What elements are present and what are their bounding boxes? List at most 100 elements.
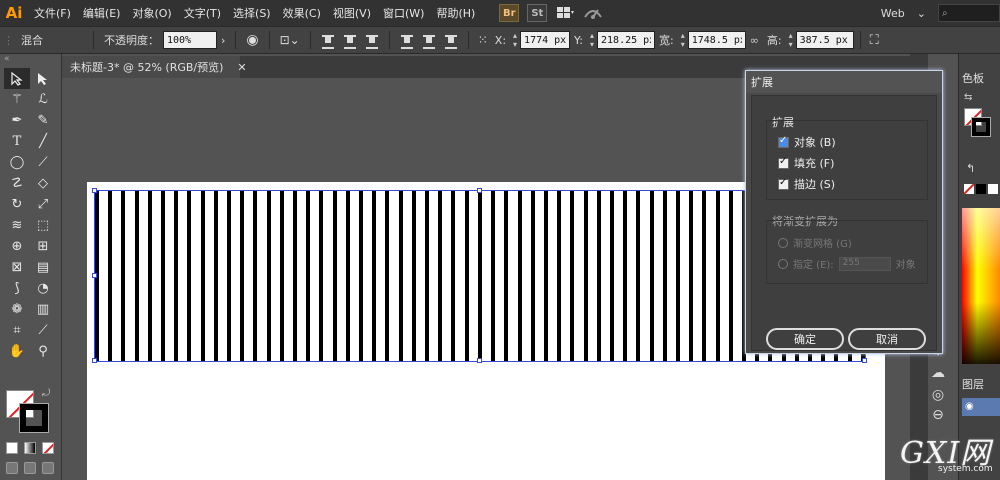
menu-help[interactable]: 帮助(H) [430,0,481,26]
eraser-tool-icon[interactable]: ◇ [30,173,56,194]
specify-input[interactable]: 255 [838,256,891,271]
stroke-option[interactable]: 描边 (S) [778,176,835,192]
menu-type[interactable]: 文字(T) [178,0,227,26]
panel-stroke-swatch[interactable] [971,117,991,137]
free-transform-tool-icon[interactable]: ⬚ [30,215,56,236]
workspace-switcher[interactable]: Web ⌄ [873,7,934,20]
close-icon[interactable]: ✕ [237,61,246,74]
collapse-icon[interactable]: « [0,54,61,68]
arrange-documents-icon[interactable] [555,4,575,22]
handle-top-center[interactable] [477,188,482,193]
none-swatch[interactable] [964,184,974,194]
x-input[interactable] [524,34,567,46]
black-swatch[interactable] [976,184,986,194]
magic-wand-tool-icon[interactable]: ⚚ [4,89,30,110]
handle-bottom-center[interactable] [477,358,482,363]
stroke-checkbox[interactable] [778,177,789,190]
align-bottom-icon[interactable] [443,32,459,49]
eye-icon[interactable]: ◉ [965,401,974,412]
menu-select[interactable]: 选择(S) [227,0,277,26]
transform-reference-icon[interactable]: ⊡⌄ [276,33,304,47]
opacity-field[interactable] [163,31,217,49]
specify-option[interactable]: 指定 (E): 255 对象 [778,256,916,271]
swatches-tab[interactable]: 色板 [962,70,984,86]
align-left-icon[interactable] [320,32,336,49]
perspective-grid-tool-icon[interactable]: ⊞ [30,236,56,257]
more-tools-icon[interactable] [42,462,54,474]
curvature-tool-icon[interactable]: ✎ [30,110,56,131]
type-tool-icon[interactable]: T [4,131,30,152]
hand-tool-icon[interactable]: ✋ [4,341,30,362]
height-input[interactable] [799,34,850,46]
rotate-tool-icon[interactable]: ↻ [4,194,30,215]
align-center-v-icon[interactable] [421,32,437,49]
symbol-sprayer-tool-icon[interactable]: ❁ [4,299,30,320]
x-stepper[interactable]: ▴ ▾ [510,31,520,49]
symbols-icon[interactable]: ⊖ [924,404,952,426]
menu-window[interactable]: 窗口(W) [377,0,430,26]
draw-mode-icon[interactable] [6,462,18,474]
specify-radio[interactable] [778,258,788,269]
gradient-mesh-radio[interactable] [778,237,788,248]
blend-tool-icon[interactable]: ◔ [30,278,56,299]
direct-selection-tool-icon[interactable] [30,68,56,89]
column-graph-tool-icon[interactable]: ▥ [30,299,56,320]
panel-swap-icon[interactable]: ⇆ [964,92,972,103]
handle-top-left[interactable] [92,188,97,193]
color-spectrum[interactable] [962,208,1000,364]
pen-tool-icon[interactable]: ✒ [4,110,30,131]
none-mode-icon[interactable] [42,442,54,454]
width-stepper[interactable]: ▴ ▾ [678,31,688,49]
lasso-tool-icon[interactable]: ℒ [30,89,56,110]
menu-file[interactable]: 文件(F) [28,0,77,26]
reference-point-icon[interactable]: ⁙ [475,33,491,47]
width-tool-icon[interactable]: ≋ [4,215,30,236]
y-field[interactable] [597,31,656,49]
chevron-right-icon[interactable]: › [217,34,229,47]
slice-tool-icon[interactable]: ⟋ [30,320,56,341]
mesh-tool-icon[interactable]: ⊠ [4,257,30,278]
ok-button[interactable]: 确定 [766,328,844,350]
handle-bottom-left[interactable] [92,358,97,363]
width-field[interactable] [687,31,746,49]
recolor-artwork-icon[interactable]: ◉ [242,32,262,48]
search-box[interactable]: ⌕ [938,4,1000,22]
links-icon[interactable]: ◎ [924,384,952,406]
bridge-icon[interactable]: Br [499,4,520,22]
search-input[interactable] [947,7,988,19]
color-mode-icon[interactable] [6,442,18,454]
shaper-tool-icon[interactable]: ☡ [4,173,30,194]
handle-bottom-right[interactable] [862,358,867,363]
stock-icon[interactable]: St [527,4,548,22]
cancel-button[interactable]: 取消 [848,328,926,350]
link-icon[interactable]: ∞ [746,34,763,47]
white-swatch[interactable] [988,184,998,194]
swap-fill-stroke-icon[interactable]: ⤾ [42,388,50,399]
line-tool-icon[interactable]: ╱ [30,131,56,152]
align-top-icon[interactable] [399,32,415,49]
handle-middle-left[interactable] [92,273,97,278]
y-stepper[interactable]: ▴ ▾ [587,31,597,49]
color-options-icon[interactable]: ↰ [966,162,975,175]
scale-tool-icon[interactable]: ⤢ [30,194,56,215]
x-field[interactable] [520,31,571,49]
opacity-input[interactable] [167,34,213,46]
gradient-mesh-option[interactable]: 渐变网格 (G) [778,235,852,250]
eyedropper-tool-icon[interactable]: ⟆ [4,278,30,299]
appearance-icon[interactable]: ☁ [924,362,952,384]
width-input[interactable] [691,34,742,46]
height-field[interactable] [795,31,854,49]
layers-tab[interactable]: 图层 [962,376,984,392]
align-right-icon[interactable] [364,32,380,49]
shape-builder-tool-icon[interactable]: ⊕ [4,236,30,257]
fill-checkbox[interactable] [778,156,789,169]
menu-object[interactable]: 对象(O) [126,0,177,26]
menu-edit[interactable]: 编辑(E) [77,0,127,26]
gradient-mode-icon[interactable] [24,442,36,454]
gpu-performance-icon[interactable] [583,4,603,22]
fill-option[interactable]: 填充 (F) [778,155,834,171]
stroke-swatch[interactable] [19,403,49,433]
document-tab[interactable]: 未标题-3* @ 52% (RGB/预览) ✕ [62,56,247,78]
transform-icon[interactable]: ⛶ [867,33,882,48]
zoom-tool-icon[interactable]: ⚲ [30,341,56,362]
